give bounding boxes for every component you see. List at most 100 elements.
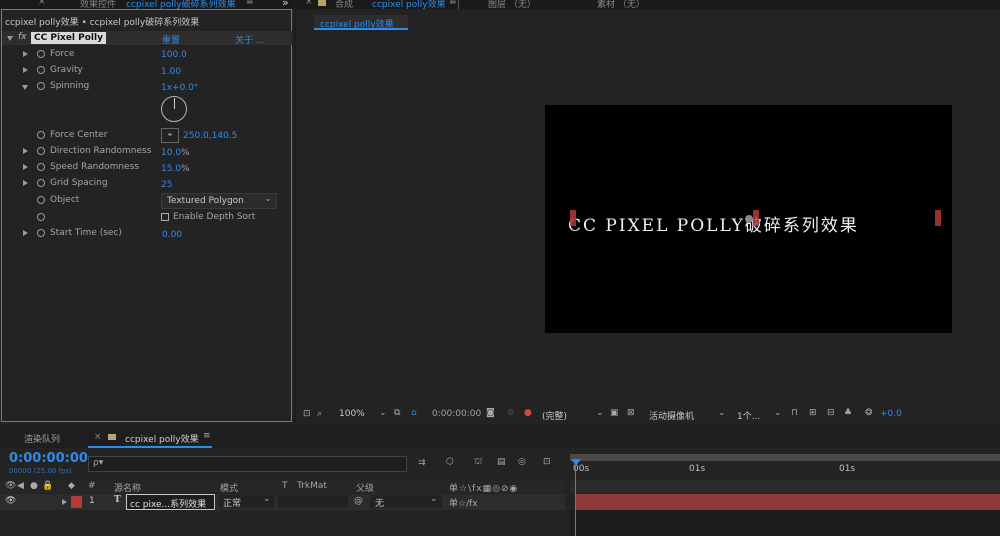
shy-layers-icon[interactable]: ⛫ bbox=[474, 457, 482, 468]
timeline-search-input[interactable]: ρ▾ bbox=[88, 456, 407, 472]
expand-triangle-icon[interactable] bbox=[23, 67, 28, 73]
panel-menu-icon[interactable]: ≡ bbox=[246, 0, 254, 7]
flowchart-icon[interactable]: ♣ bbox=[844, 408, 852, 418]
stopwatch-icon[interactable] bbox=[37, 66, 45, 74]
layer-handle[interactable] bbox=[935, 210, 941, 226]
audio-icon[interactable]: ◀ bbox=[17, 481, 24, 491]
object-dropdown[interactable]: Textured Polygon ⌄ bbox=[161, 193, 277, 209]
expand-triangle-icon[interactable] bbox=[23, 164, 28, 170]
layer-viewer-tab[interactable]: 图层 （无） bbox=[488, 0, 536, 10]
comp-flowchart-icon[interactable]: ⇉ bbox=[418, 458, 426, 468]
fast-preview-icon[interactable]: ⊞ bbox=[809, 408, 817, 418]
stopwatch-icon[interactable] bbox=[37, 82, 45, 90]
render-queue-tab[interactable]: 渲染队列 bbox=[24, 432, 60, 445]
blend-mode-dropdown[interactable]: 正常 ⌄ bbox=[219, 494, 274, 509]
current-time[interactable]: 0:00:00:00 bbox=[432, 409, 481, 419]
property-value[interactable]: 1.00 bbox=[161, 67, 181, 77]
viewer-tab-prefix[interactable]: 合成 bbox=[335, 0, 353, 10]
timeline-comp-tab[interactable]: ccpixel polly效果 bbox=[125, 432, 199, 445]
visibility-icon[interactable]: 👁 bbox=[5, 496, 16, 506]
viewer-tab-comp[interactable]: ccpixel polly效果 bbox=[372, 0, 446, 10]
stopwatch-icon[interactable] bbox=[37, 213, 45, 221]
fx-toggle-icon[interactable]: fx bbox=[18, 32, 27, 42]
playhead-line[interactable] bbox=[575, 466, 576, 536]
views-dropdown[interactable]: 1个... bbox=[737, 409, 760, 422]
color-channel-icon[interactable]: ● bbox=[524, 408, 532, 418]
always-preview-icon[interactable]: ⊡ bbox=[303, 409, 311, 419]
property-value[interactable]: 250.0,140.5 bbox=[183, 131, 237, 141]
reset-button[interactable]: 重置 bbox=[162, 33, 180, 46]
property-value[interactable]: 1x+0.0° bbox=[161, 83, 198, 93]
fit-icon[interactable]: ⧉ bbox=[394, 408, 400, 418]
expand-triangle-icon[interactable] bbox=[23, 230, 28, 236]
expand-triangle-icon[interactable] bbox=[23, 180, 28, 186]
stopwatch-icon[interactable] bbox=[37, 163, 45, 171]
chevron-down-icon[interactable]: ⌄ bbox=[596, 408, 604, 418]
panel-menu-icon[interactable]: ≡ bbox=[449, 0, 457, 7]
effect-name[interactable]: CC Pixel Polly bbox=[31, 32, 106, 44]
chevron-down-icon[interactable]: ⌄ bbox=[379, 408, 387, 418]
stopwatch-icon[interactable] bbox=[37, 229, 45, 237]
expand-triangle-icon[interactable] bbox=[23, 148, 28, 154]
composition-canvas[interactable]: CC PIXEL POLLY破碎系列效果 bbox=[545, 105, 952, 333]
close-icon[interactable]: × bbox=[305, 0, 313, 7]
layer-handle[interactable] bbox=[753, 210, 759, 226]
parent-dropdown[interactable]: 无 ⌄ bbox=[370, 494, 442, 509]
visibility-icon[interactable]: 👁 bbox=[5, 481, 16, 491]
layer-duration-bar[interactable] bbox=[576, 494, 1000, 510]
playhead-handle[interactable] bbox=[571, 459, 581, 466]
collapse-triangle-icon[interactable] bbox=[7, 36, 13, 41]
title-safe-icon[interactable]: ⌂ bbox=[411, 408, 417, 418]
camera-dropdown[interactable]: 活动摄像机 bbox=[649, 409, 694, 422]
reset-exposure-icon[interactable]: ❂ bbox=[865, 408, 873, 418]
vr-icon[interactable]: ⌕ bbox=[317, 409, 322, 419]
angle-dial[interactable] bbox=[161, 96, 187, 122]
graph-editor-icon[interactable]: ⊡ bbox=[543, 457, 551, 467]
exposure-value[interactable]: +0.0 bbox=[880, 409, 902, 419]
property-number[interactable]: 15.0 bbox=[161, 164, 181, 174]
frame-blending-icon[interactable]: ▤ bbox=[497, 457, 506, 467]
layer-handle[interactable] bbox=[570, 210, 576, 226]
draft-3d-icon[interactable]: ⬡ bbox=[446, 457, 454, 467]
canvas-text-layer[interactable]: CC PIXEL POLLY破碎系列效果 bbox=[568, 211, 859, 236]
chevron-down-icon[interactable]: ⌄ bbox=[718, 408, 726, 418]
property-value[interactable]: 0.00 bbox=[162, 230, 182, 240]
close-icon[interactable]: × bbox=[38, 0, 46, 7]
layer-switches-icon[interactable]: 单☆/fx bbox=[449, 496, 478, 509]
comp-subtab[interactable]: ccpixel polly效果 bbox=[314, 15, 408, 30]
effect-header-row[interactable]: fx CC Pixel Polly 重置 关于 ... bbox=[2, 31, 292, 46]
anchor-point-icon[interactable] bbox=[745, 215, 753, 223]
stopwatch-icon[interactable] bbox=[37, 196, 45, 204]
timeline-timecode[interactable]: 0:00:00:00 bbox=[9, 451, 88, 466]
layer-name-field[interactable]: cc pixe...系列效果 bbox=[126, 494, 215, 510]
stopwatch-icon[interactable] bbox=[37, 50, 45, 58]
trkmat-dropdown[interactable] bbox=[278, 495, 348, 508]
chevron-down-icon[interactable]: ⌄ bbox=[774, 408, 782, 418]
close-icon[interactable]: × bbox=[94, 432, 102, 442]
expand-panels-icon[interactable]: » bbox=[282, 0, 289, 9]
panel-menu-icon[interactable]: ≡ bbox=[203, 431, 211, 441]
layer-row[interactable]: 👁 1 T cc pixe...系列效果 正常 ⌄ @ 无 ⌄ 单☆/fx bbox=[0, 494, 565, 510]
crosshair-icon[interactable]: ⌖ bbox=[161, 128, 179, 143]
transparency-grid-icon[interactable]: ⊠ bbox=[627, 408, 635, 418]
pick-whip-icon[interactable]: @ bbox=[354, 496, 363, 506]
stopwatch-icon[interactable] bbox=[37, 147, 45, 155]
property-number[interactable]: 10.0 bbox=[161, 148, 181, 158]
depth-sort-checkbox[interactable] bbox=[161, 213, 169, 221]
camera-icon[interactable]: ◙ bbox=[486, 408, 495, 418]
timeline-icon[interactable]: ⊟ bbox=[827, 408, 835, 418]
property-value[interactable]: 100.0 bbox=[161, 50, 187, 60]
work-area-bar[interactable] bbox=[570, 454, 1000, 461]
about-button[interactable]: 关于 ... bbox=[235, 33, 264, 46]
motion-blur-icon[interactable]: ◎ bbox=[518, 457, 526, 467]
collapse-triangle-icon[interactable] bbox=[22, 85, 28, 90]
label-tag-icon[interactable]: ◆ bbox=[68, 481, 75, 491]
solo-icon[interactable]: ● bbox=[30, 481, 38, 491]
property-value[interactable]: 10.0% bbox=[161, 148, 190, 158]
resolution-dropdown[interactable]: (完整) bbox=[542, 409, 567, 422]
toggle-pixel-aspect-icon[interactable]: ⊓ bbox=[791, 408, 798, 418]
footage-viewer-tab[interactable]: 素材 （无） bbox=[597, 0, 645, 10]
expand-triangle-icon[interactable] bbox=[23, 51, 28, 57]
label-color-swatch[interactable] bbox=[71, 496, 82, 508]
stopwatch-icon[interactable] bbox=[37, 131, 45, 139]
